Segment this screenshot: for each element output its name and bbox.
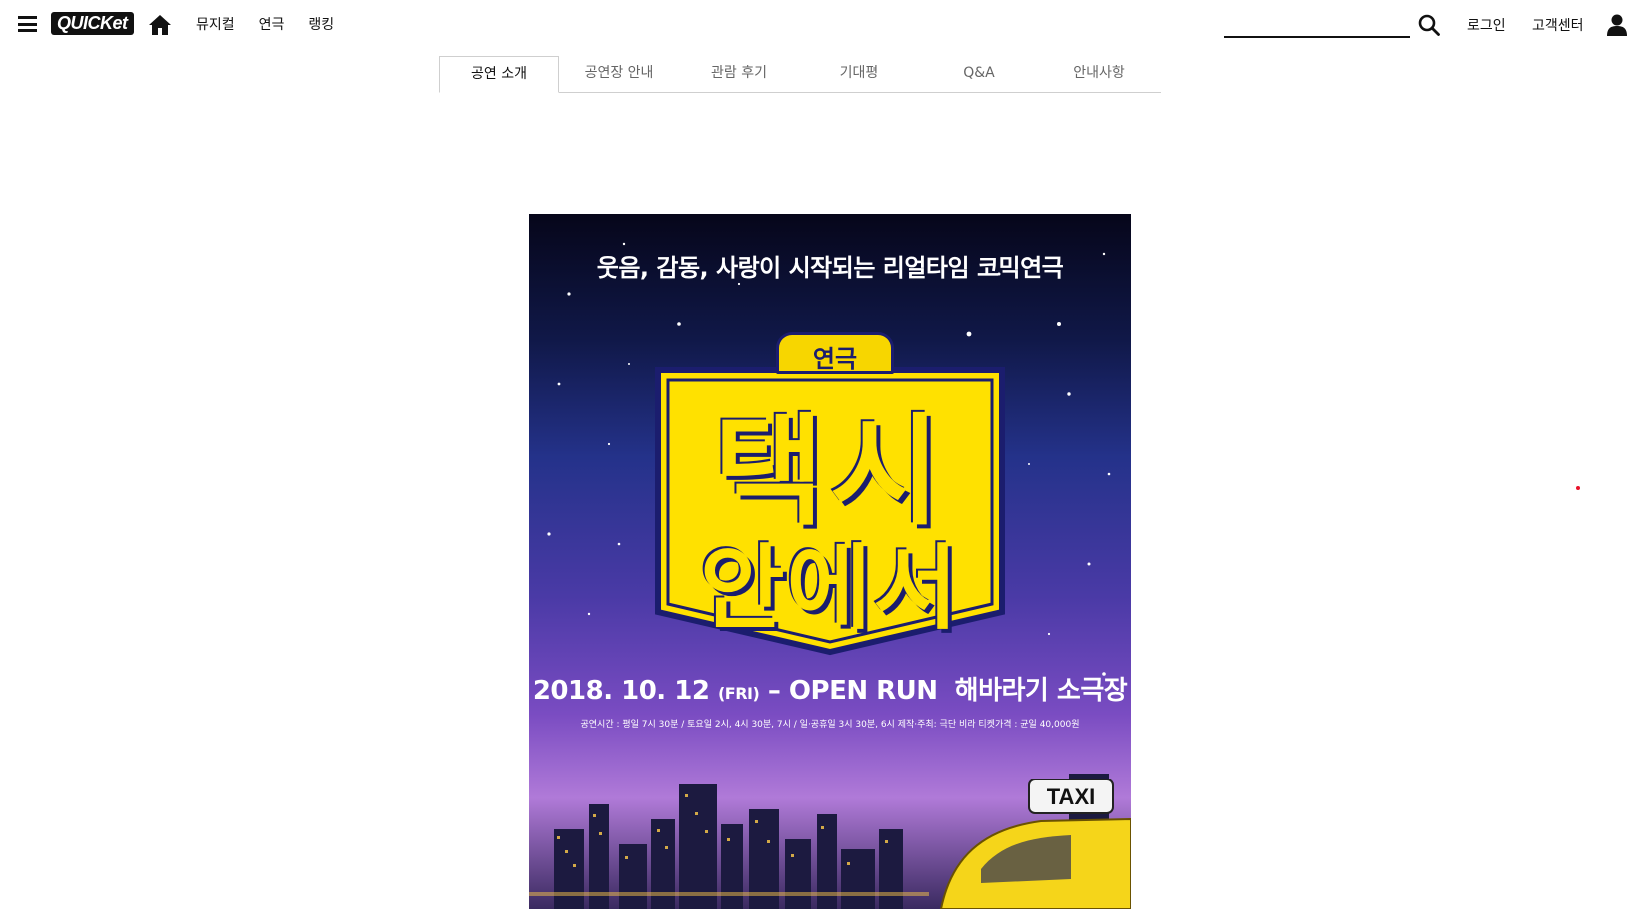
- main-nav: 뮤지컬 연극 랭킹: [196, 14, 334, 34]
- tab-notice[interactable]: 안내사항: [1039, 56, 1159, 92]
- tab-venue-info[interactable]: 공연장 안내: [559, 56, 679, 92]
- poster-run: – OPEN RUN: [767, 676, 938, 706]
- nav-ranking[interactable]: 랭킹: [308, 14, 334, 34]
- poster-tagline: 웃음, 감동, 사랑이 시작되는 리얼타임 코믹연극: [596, 254, 1064, 282]
- poster-day: (FRI): [717, 684, 760, 703]
- home-icon[interactable]: [148, 14, 172, 36]
- site-logo[interactable]: QUICKet: [51, 12, 134, 35]
- tab-expectations[interactable]: 기대평: [799, 56, 919, 92]
- user-icon[interactable]: [1607, 14, 1627, 36]
- tab-performance-intro[interactable]: 공연 소개: [439, 56, 559, 93]
- tab-qna[interactable]: Q&A: [919, 56, 1039, 92]
- search-icon[interactable]: [1418, 14, 1440, 36]
- login-link[interactable]: 로그인: [1467, 15, 1506, 35]
- taxi-sign-text: TAXI: [1047, 784, 1095, 809]
- poster-venue: 해바라기 소극장: [954, 676, 1128, 706]
- poster-title-line2: 안에서: [700, 535, 960, 642]
- customer-center-link[interactable]: 고객센터: [1532, 15, 1584, 35]
- genre-label: 연극: [812, 345, 858, 373]
- nav-play[interactable]: 연극: [259, 14, 285, 34]
- nav-musical[interactable]: 뮤지컬: [196, 14, 235, 34]
- poster-info: 공연시간 : 평일 7시 30분 / 토요일 2시, 4시 30분, 7시 / …: [580, 720, 1080, 730]
- search-input[interactable]: [1224, 12, 1412, 38]
- poster-date-line: 2018. 10. 12 (FRI) – OPEN RUN 해바라기 소극장: [529, 670, 1131, 707]
- performance-poster: 웃음, 감동, 사랑이 시작되는 리얼타임 코믹연극 연극 택시 안에서 201…: [529, 214, 1131, 909]
- taxi-illustration: TAXI: [939, 779, 1131, 909]
- top-header: QUICKet 뮤지컬 연극 랭킹 로그인 고객센터: [0, 0, 1647, 50]
- tab-reviews[interactable]: 관람 후기: [679, 56, 799, 92]
- poster-date: 2018. 10. 12: [532, 676, 710, 706]
- search-underline: [1224, 36, 1410, 38]
- detail-tabs: 공연 소개 공연장 안내 관람 후기 기대평 Q&A 안내사항: [439, 56, 1161, 93]
- menu-icon[interactable]: [18, 16, 37, 32]
- genre-roof-sign: 연극: [776, 332, 894, 374]
- red-dot-marker: [1576, 486, 1580, 490]
